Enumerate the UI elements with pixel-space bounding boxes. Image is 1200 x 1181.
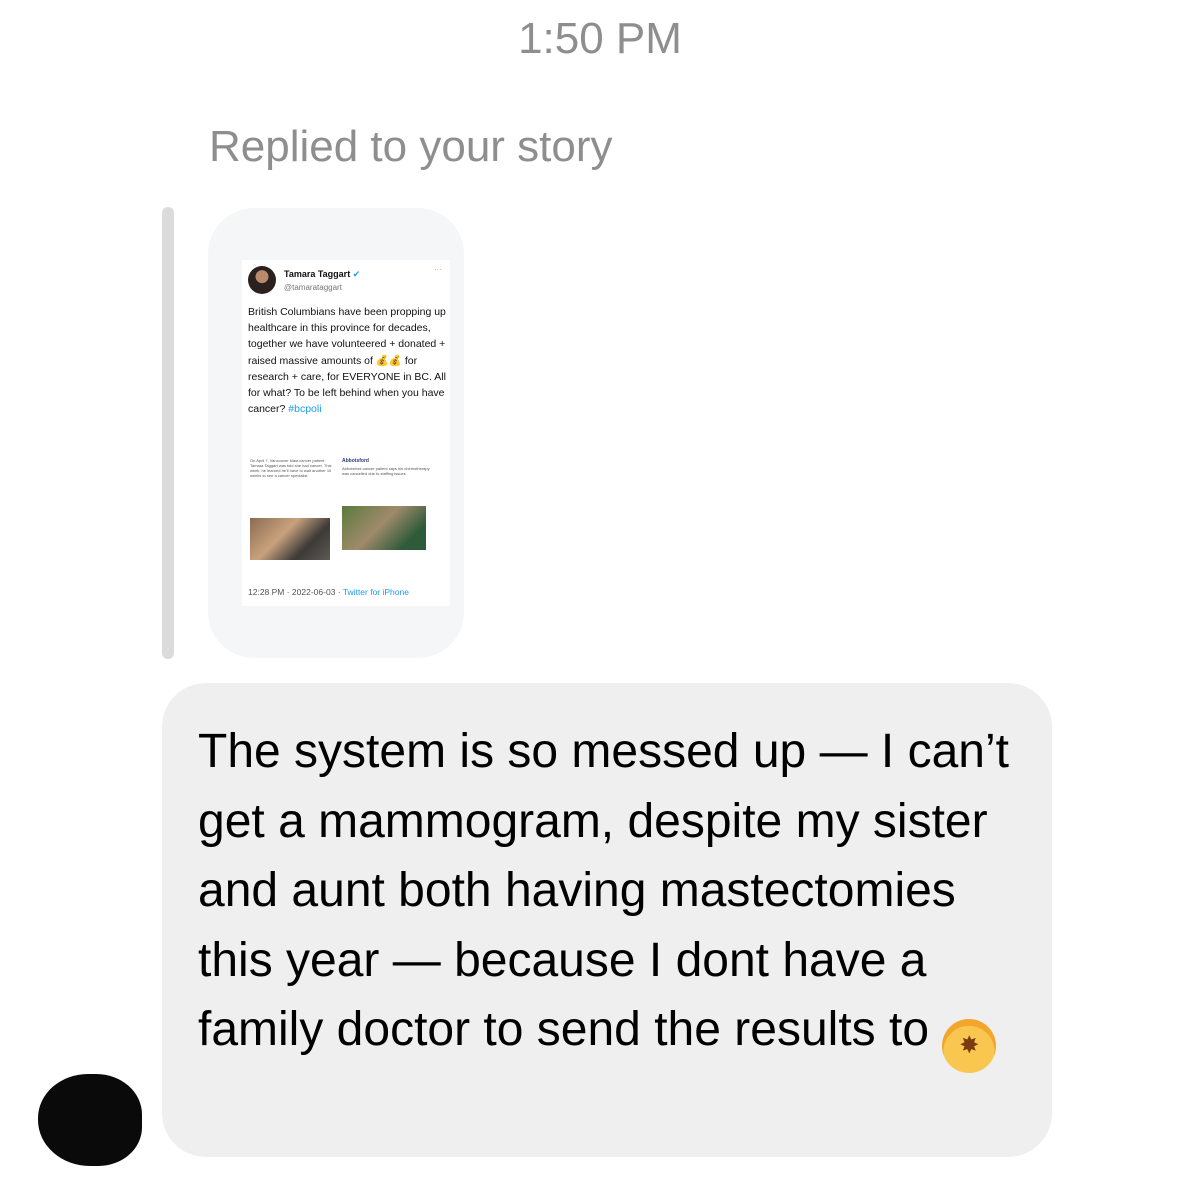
media-right-caption: Abbotsford cancer patient says his chemo… [342, 465, 430, 476]
message-text: The system is so messed up — I can’t get… [198, 725, 1009, 1056]
message-bubble[interactable]: The system is so messed up — I can’t get… [162, 683, 1052, 1157]
reply-quote-bar [162, 207, 174, 659]
message-timestamp: 1:50 PM [518, 14, 682, 63]
tweet-text: British Columbians have been propping up… [248, 306, 446, 416]
media-left-caption: On April 7, Vancouver blast cancer patie… [250, 458, 332, 478]
tweet-avatar [248, 266, 276, 294]
tweet-screenshot: Tamara Taggart ✔ @tamarataggart ··· Brit… [242, 260, 450, 606]
tweet-author-row: Tamara Taggart ✔ [284, 268, 360, 282]
replied-to-story-label: Replied to your story [209, 122, 613, 171]
tweet-handle: @tamarataggart [284, 282, 342, 292]
tweet-author-name: Tamara Taggart [284, 269, 351, 279]
tweet-hashtag: #bcpoli [288, 403, 322, 416]
media-right-photo [342, 506, 426, 550]
tweet-body: British Columbians have been propping up… [248, 304, 448, 417]
avatar[interactable] [38, 1074, 142, 1166]
tweet-app: Twitter for iPhone [342, 587, 409, 597]
exploding-head-icon: ✸ [942, 1019, 997, 1073]
story-thumbnail[interactable]: Tamara Taggart ✔ @tamarataggart ··· Brit… [208, 208, 464, 658]
tweet-media-right: Abbotsford Abbotsford cancer patient say… [342, 458, 432, 562]
tweet-time: 12:28 PM · 2022-06-03 · [248, 587, 343, 597]
tweet-header: Tamara Taggart ✔ @tamarataggart [248, 266, 360, 294]
message-text-container: The system is so messed up — I can’t get… [198, 717, 1028, 1073]
tweet-media-left: On April 7, Vancouver blast cancer patie… [250, 458, 334, 562]
tweet-footer: 12:28 PM · 2022-06-03 · Twitter for iPho… [248, 586, 409, 599]
more-icon: ··· [434, 265, 442, 274]
media-left-photo [250, 518, 330, 560]
media-right-logo: Abbotsford [342, 458, 369, 464]
verified-badge-icon: ✔ [352, 269, 361, 279]
